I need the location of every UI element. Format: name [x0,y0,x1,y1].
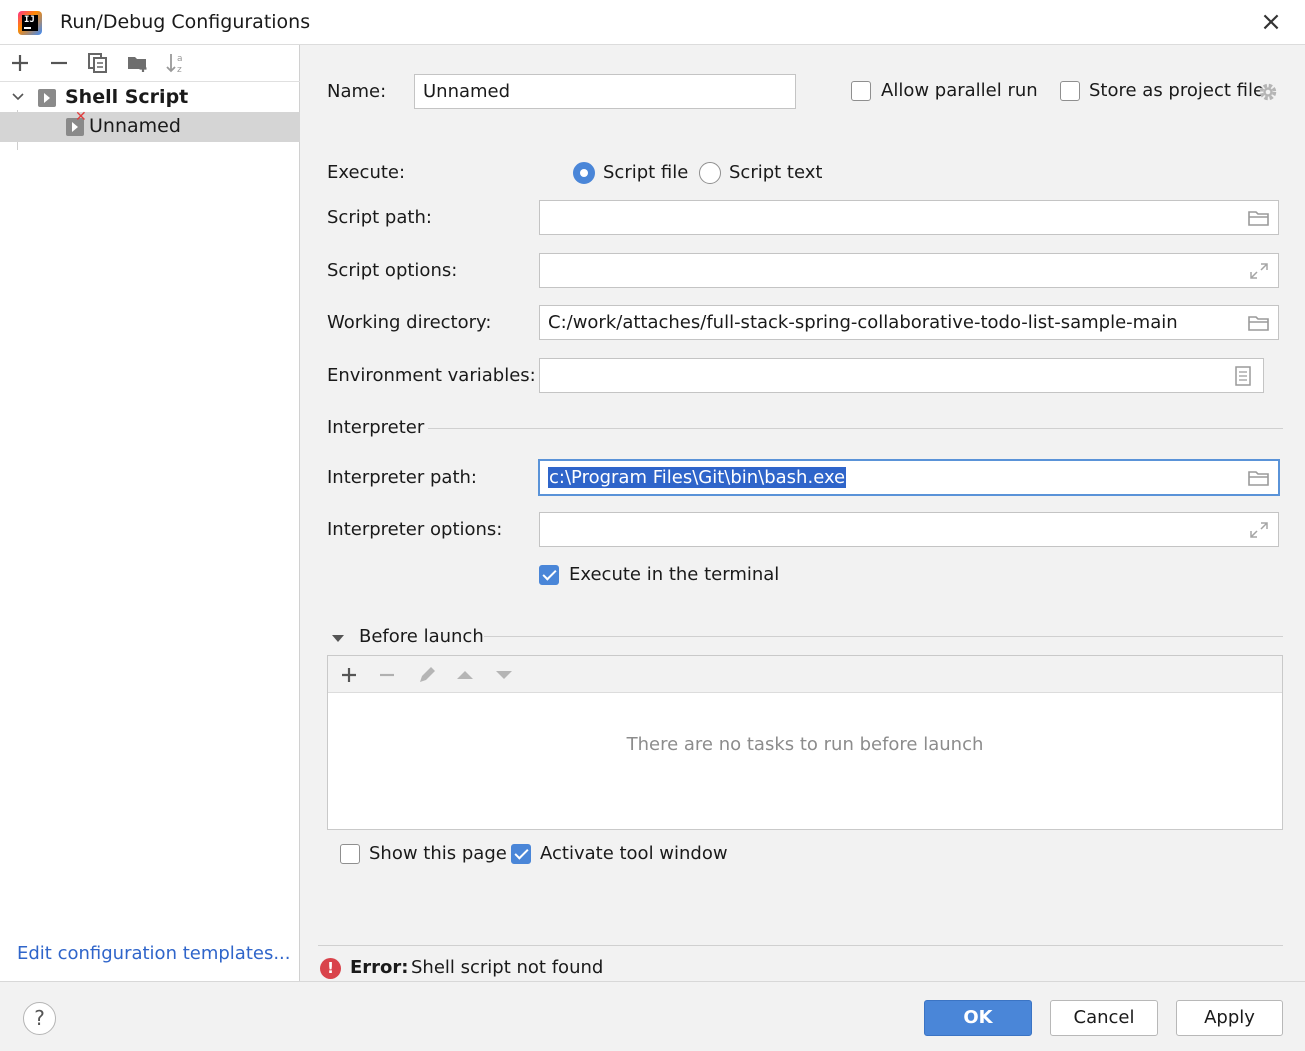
document-list-icon[interactable] [1234,366,1252,386]
error-prefix: Error: [350,957,409,978]
tree-item-label: Shell Script [65,86,189,108]
script-text-label[interactable]: Script text [729,162,822,183]
selected-text: c:\Program Files\Git\bin\bash.exe [548,467,847,488]
before-launch-separator [484,636,1283,637]
store-project-checkbox[interactable] [1060,81,1080,101]
store-project-label[interactable]: Store as project file [1089,80,1264,101]
intellij-logo-icon: IJ [18,11,42,35]
folder-icon[interactable] [1248,468,1270,488]
tasks-toolbar [328,656,1282,693]
error-text: Shell script not found [411,957,604,978]
show-this-page-label[interactable]: Show this page [369,843,507,864]
expand-icon[interactable] [1248,261,1270,281]
script-path-label: Script path: [327,207,432,228]
gear-icon[interactable] [1257,81,1279,103]
tree-toolbar: az [0,45,300,82]
script-file-radio[interactable] [573,162,595,184]
error-icon: ! [320,958,341,979]
move-up-icon[interactable] [453,663,477,687]
activate-tool-window-label[interactable]: Activate tool window [540,843,728,864]
expand-icon[interactable] [1248,520,1270,540]
add-icon[interactable] [8,51,32,75]
title-bar: IJ Run/Debug Configurations × [0,0,1305,45]
edit-templates-link[interactable]: Edit configuration templates... [17,943,291,964]
before-launch-tasks-panel: There are no tasks to run before launch [327,655,1283,830]
remove-icon[interactable] [47,51,71,75]
configurations-tree-pane: az Shell Script ✕ Unnamed Edit configura… [0,45,300,981]
name-label: Name: [327,81,387,102]
before-launch-title[interactable]: Before launch [359,626,484,647]
script-options-field[interactable] [539,253,1279,288]
tree-item-label: Unnamed [89,115,181,137]
script-path-field[interactable] [539,200,1279,235]
dialog-footer: ? OK Cancel Apply [0,981,1305,1051]
empty-tasks-text: There are no tasks to run before launch [626,734,984,755]
tree-item-unnamed[interactable]: ✕ Unnamed [0,109,300,142]
add-icon[interactable] [337,663,361,687]
interpreter-path-label: Interpreter path: [327,467,477,488]
environment-variables-label: Environment variables: [327,365,536,386]
tree-item-shell-script[interactable]: Shell Script [0,83,300,113]
chevron-down-icon[interactable] [10,89,26,105]
script-options-label: Script options: [327,260,458,281]
close-icon[interactable]: × [1258,9,1284,35]
interpreter-options-label: Interpreter options: [327,519,503,540]
interpreter-options-field[interactable] [539,512,1279,547]
ok-button[interactable]: OK [924,1000,1032,1036]
environment-variables-field[interactable] [539,358,1264,393]
remove-icon[interactable] [375,663,399,687]
script-file-label[interactable]: Script file [603,162,688,183]
apply-button[interactable]: Apply [1176,1000,1283,1036]
window-title: Run/Debug Configurations [60,11,311,33]
cancel-button[interactable]: Cancel [1050,1000,1158,1036]
working-directory-field[interactable]: C:/work/attaches/full-stack-spring-colla… [539,305,1279,340]
folder-icon[interactable] [1248,208,1270,228]
svg-text:a: a [177,54,183,64]
edit-icon[interactable] [415,663,439,687]
allow-parallel-checkbox[interactable] [851,81,871,101]
new-folder-icon[interactable] [126,51,150,75]
error-mark-icon: ✕ [75,109,87,125]
shell-script-icon [38,89,56,107]
show-this-page-checkbox[interactable] [340,844,360,864]
svg-text:z: z [177,65,182,75]
folder-icon[interactable] [1248,313,1270,333]
collapse-triangle-icon[interactable] [331,630,345,644]
interpreter-separator [428,428,1283,429]
interpreter-path-field[interactable]: c:\Program Files\Git\bin\bash.exe [538,459,1280,496]
sort-icon[interactable]: az [164,51,188,75]
error-separator [318,945,1283,946]
help-button[interactable]: ? [23,1002,56,1035]
script-text-radio[interactable] [699,162,721,184]
copy-icon[interactable] [86,51,110,75]
execute-label: Execute: [327,162,406,183]
allow-parallel-label[interactable]: Allow parallel run [881,80,1038,101]
working-directory-label: Working directory: [327,312,492,333]
activate-tool-window-checkbox[interactable] [511,844,531,864]
execute-in-terminal-checkbox[interactable] [539,565,559,585]
move-down-icon[interactable] [492,663,516,687]
name-field[interactable]: Unnamed [414,74,796,109]
execute-in-terminal-label[interactable]: Execute in the terminal [569,564,779,585]
interpreter-section-title: Interpreter [327,417,425,438]
